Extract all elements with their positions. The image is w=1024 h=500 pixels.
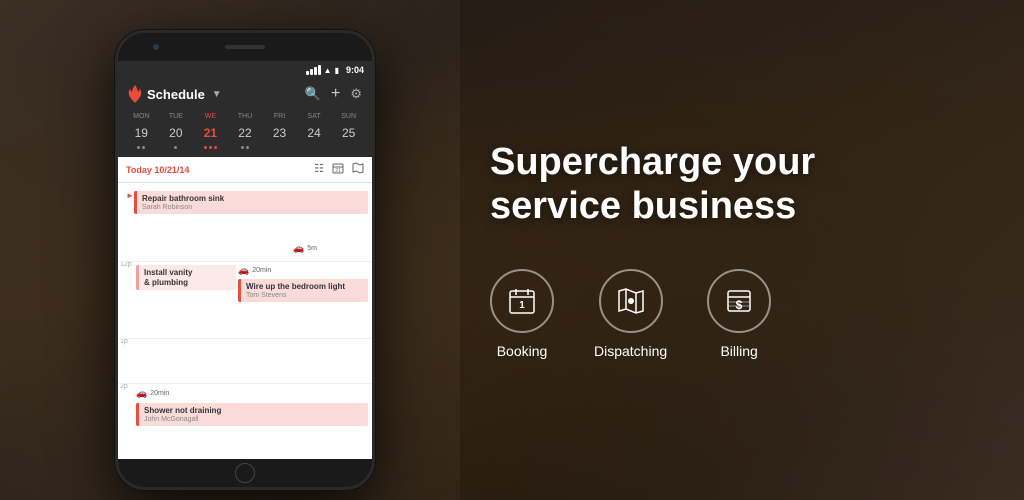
event-4-person: John McGonagall bbox=[144, 416, 363, 423]
event-card-2: Install vanity& plumbing bbox=[136, 265, 236, 290]
signal-bar-2 bbox=[310, 69, 313, 75]
calendar-day-icon[interactable]: 21 bbox=[332, 162, 344, 177]
billing-label: Billing bbox=[720, 343, 757, 359]
cal-day-fri[interactable]: Fri 23 bbox=[266, 113, 294, 149]
phone-screen: ▲ ▮ 9:04 Schedule ▼ 🔍 + bbox=[118, 61, 372, 459]
phone-camera bbox=[153, 44, 159, 50]
feature-dispatching: Dispatching bbox=[594, 269, 667, 359]
hero-section: Supercharge your service business 1 Book… bbox=[430, 0, 1024, 500]
event-3-person: Tom Stevens bbox=[246, 292, 363, 299]
grid-icon[interactable]: ☷ bbox=[314, 162, 324, 177]
travel-badge-3: 🚗 20min bbox=[238, 265, 368, 276]
cal-day-mon[interactable]: Mon 19 bbox=[127, 113, 155, 149]
map-view-icon[interactable] bbox=[352, 162, 364, 177]
app-logo-icon bbox=[128, 85, 142, 103]
event-card-4: Shower not draining John McGonagall bbox=[136, 403, 368, 426]
add-icon[interactable]: + bbox=[331, 85, 340, 103]
search-icon[interactable]: 🔍 bbox=[305, 86, 321, 102]
time-label-12p: 12p bbox=[120, 261, 132, 268]
billing-icon-circle: $ bbox=[707, 269, 771, 333]
phone-mockup: ▲ ▮ 9:04 Schedule ▼ 🔍 + bbox=[115, 30, 375, 490]
phone-speaker bbox=[225, 45, 265, 49]
features-row: 1 Booking Dispatching bbox=[490, 269, 974, 359]
travel-badge-1: 🚗 5m bbox=[293, 243, 317, 254]
event-4[interactable]: Shower not draining John McGonagall bbox=[136, 403, 368, 426]
signal-indicator bbox=[306, 65, 321, 75]
app-title: Schedule bbox=[147, 87, 205, 102]
toolbar-right-icons: ☷ 21 bbox=[314, 162, 364, 177]
cal-day-sun[interactable]: Sun 25 bbox=[335, 113, 363, 149]
schedule-date: Today 10/21/14 bbox=[126, 165, 189, 175]
app-logo-area: Schedule ▼ bbox=[128, 85, 222, 103]
divider-2p bbox=[118, 383, 372, 384]
play-icon-1: ► bbox=[126, 191, 134, 200]
dollar-icon: $ bbox=[724, 286, 754, 316]
signal-bar-4 bbox=[318, 65, 321, 75]
event-2[interactable]: Install vanity& plumbing bbox=[136, 265, 236, 290]
booking-label: Booking bbox=[497, 343, 548, 359]
divider-12p bbox=[118, 261, 372, 262]
booking-icon-circle: 1 bbox=[490, 269, 554, 333]
calendar-week: Mon 19 Tue 20 bbox=[118, 109, 372, 157]
phone-section: ▲ ▮ 9:04 Schedule ▼ 🔍 + bbox=[0, 0, 430, 500]
event-3-title: Wire up the bedroom light bbox=[246, 282, 363, 292]
event-2-title: Install vanity& plumbing bbox=[144, 268, 231, 287]
feature-booking: 1 Booking bbox=[490, 269, 554, 359]
signal-bar-3 bbox=[314, 67, 317, 75]
event-card-1: Repair bathroom sink Sarah Robinson bbox=[134, 191, 368, 214]
home-button[interactable] bbox=[235, 463, 255, 483]
signal-bar-1 bbox=[306, 71, 309, 75]
app-header: Schedule ▼ 🔍 + ⚙ bbox=[118, 79, 372, 109]
schedule-body: ► Repair bathroom sink Sarah Robinson 🚗 … bbox=[118, 183, 372, 459]
cal-day-tue[interactable]: Tue 20 bbox=[162, 113, 190, 149]
event-1-title: Repair bathroom sink bbox=[142, 194, 363, 204]
header-icons: 🔍 + ⚙ bbox=[305, 85, 362, 103]
cal-day-thu[interactable]: Thu 22 bbox=[231, 113, 259, 149]
travel-badge-4: 🚗 20min bbox=[136, 388, 169, 399]
wifi-icon: ▲ bbox=[324, 66, 332, 75]
event-3[interactable]: 🚗 20min Wire up the bedroom light Tom St… bbox=[238, 265, 368, 302]
dispatching-icon-circle bbox=[599, 269, 663, 333]
event-card-3: Wire up the bedroom light Tom Stevens bbox=[238, 279, 368, 302]
event-4-title: Shower not draining bbox=[144, 406, 363, 416]
svg-text:21: 21 bbox=[335, 168, 341, 174]
hero-title: Supercharge your service business bbox=[490, 141, 974, 228]
time-label-1p: 1p bbox=[120, 338, 128, 345]
cal-day-sat[interactable]: Sat 24 bbox=[300, 113, 328, 149]
dispatching-label: Dispatching bbox=[594, 343, 667, 359]
event-1[interactable]: ► Repair bathroom sink Sarah Robinson bbox=[126, 191, 368, 214]
status-time: 9:04 bbox=[346, 65, 364, 75]
map-icon bbox=[616, 286, 646, 316]
svg-text:$: $ bbox=[736, 298, 743, 312]
cal-day-wed[interactable]: We 21 bbox=[196, 113, 224, 149]
feature-billing: $ Billing bbox=[707, 269, 771, 359]
svg-text:1: 1 bbox=[519, 300, 525, 311]
calendar-icon: 1 bbox=[507, 286, 537, 316]
main-layout: ▲ ▮ 9:04 Schedule ▼ 🔍 + bbox=[0, 0, 1024, 500]
phone-bottom-bar bbox=[118, 459, 372, 487]
status-bar: ▲ ▮ 9:04 bbox=[118, 61, 372, 79]
divider-1p bbox=[118, 338, 372, 339]
battery-icon: ▮ bbox=[335, 66, 339, 75]
phone-top-bar bbox=[118, 33, 372, 61]
schedule-toolbar: Today 10/21/14 ☷ 21 bbox=[118, 157, 372, 183]
settings-icon[interactable]: ⚙ bbox=[350, 86, 362, 102]
expand-icon: ▼ bbox=[212, 89, 222, 100]
event-1-person: Sarah Robinson bbox=[142, 204, 363, 211]
time-label-2p: 2p bbox=[120, 383, 128, 390]
